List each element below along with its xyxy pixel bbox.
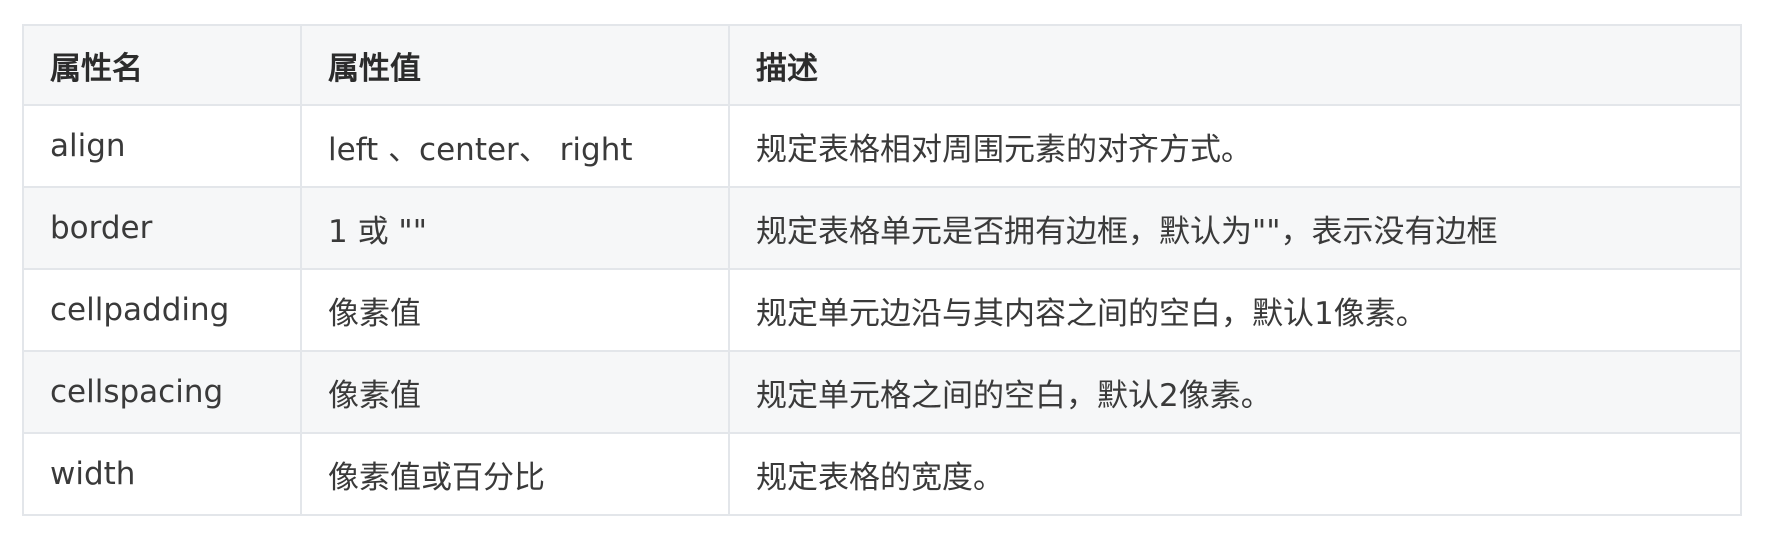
cell-attribute-name: align <box>22 104 302 188</box>
cell-description: 规定表格单元是否拥有边框，默认为""，表示没有边框 <box>728 186 1742 270</box>
cell-description: 规定表格相对周围元素的对齐方式。 <box>728 104 1742 188</box>
table-row: cellspacing 像素值 规定单元格之间的空白，默认2像素。 <box>22 350 1742 434</box>
attribute-table-container: 属性名 属性值 描述 align left 、center、 right 规定表… <box>22 24 1742 516</box>
attribute-table: 属性名 属性值 描述 align left 、center、 right 规定表… <box>22 24 1742 516</box>
cell-description: 规定单元格之间的空白，默认2像素。 <box>728 350 1742 434</box>
cell-attribute-name: border <box>22 186 302 270</box>
table-row: border 1 或 "" 规定表格单元是否拥有边框，默认为""，表示没有边框 <box>22 186 1742 270</box>
cell-attribute-value: 1 或 "" <box>300 186 730 270</box>
header-attribute-name: 属性名 <box>22 24 302 106</box>
table-row: cellpadding 像素值 规定单元边沿与其内容之间的空白，默认1像素。 <box>22 268 1742 352</box>
table-row: align left 、center、 right 规定表格相对周围元素的对齐方… <box>22 104 1742 188</box>
table-header-row: 属性名 属性值 描述 <box>22 24 1742 106</box>
cell-attribute-name: cellpadding <box>22 268 302 352</box>
cell-description: 规定单元边沿与其内容之间的空白，默认1像素。 <box>728 268 1742 352</box>
header-attribute-value: 属性值 <box>300 24 730 106</box>
cell-attribute-value: 像素值或百分比 <box>300 432 730 516</box>
header-description: 描述 <box>728 24 1742 106</box>
cell-attribute-value: left 、center、 right <box>300 104 730 188</box>
cell-description: 规定表格的宽度。 <box>728 432 1742 516</box>
table-row: width 像素值或百分比 规定表格的宽度。 <box>22 432 1742 516</box>
cell-attribute-name: width <box>22 432 302 516</box>
cell-attribute-name: cellspacing <box>22 350 302 434</box>
cell-attribute-value: 像素值 <box>300 268 730 352</box>
cell-attribute-value: 像素值 <box>300 350 730 434</box>
